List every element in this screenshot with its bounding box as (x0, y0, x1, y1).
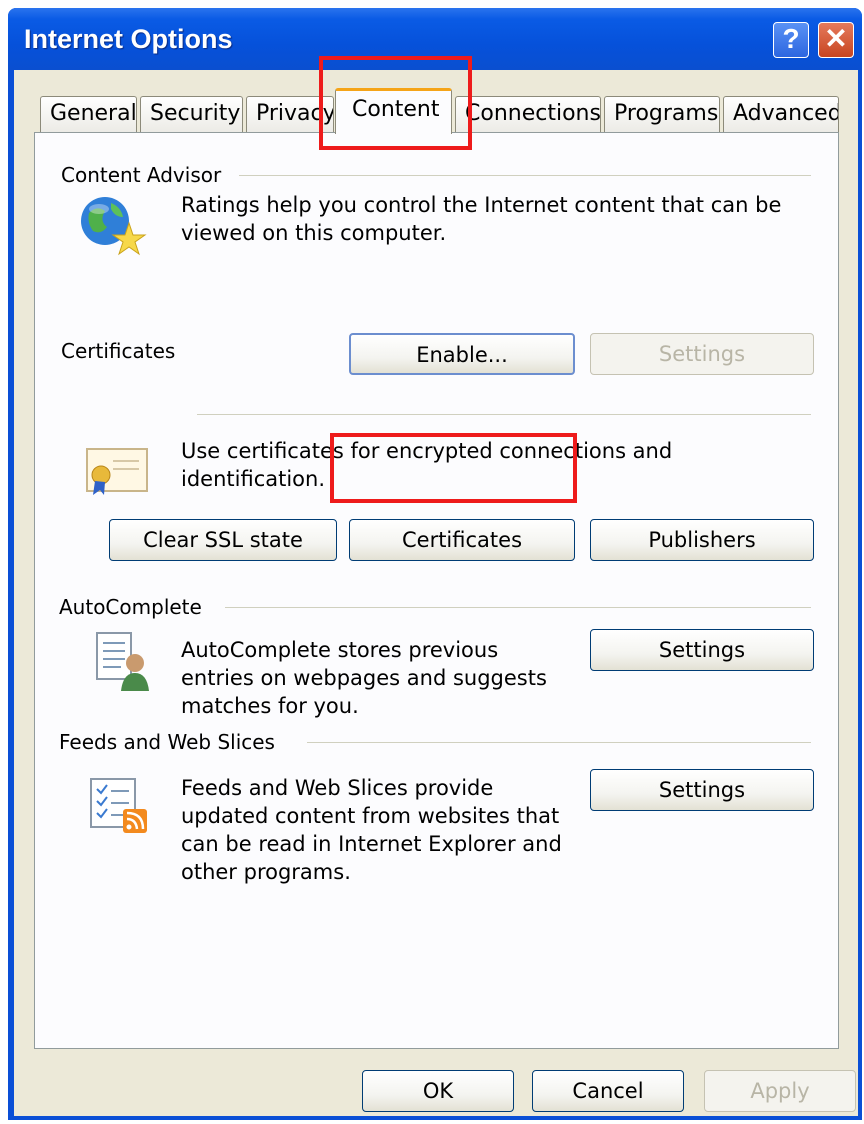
content-tab-panel: Content Advisor Ratings help you control… (34, 132, 839, 1049)
rss-feed-icon (87, 775, 153, 837)
tab-content[interactable]: Content (335, 88, 452, 134)
content-advisor-description: Ratings help you control the Internet co… (181, 193, 782, 245)
clear-ssl-state-button[interactable]: Clear SSL state (109, 519, 337, 561)
certificates-group-title: Certificates (61, 339, 176, 363)
feeds-description: Feeds and Web Slices provide updated con… (181, 776, 562, 884)
publishers-button[interactable]: Publishers (590, 519, 814, 561)
group-divider (225, 607, 811, 608)
window-title: Internet Options (24, 24, 233, 54)
enable-button[interactable]: Enable... (349, 333, 575, 375)
content-advisor-settings-button[interactable]: Settings (590, 333, 814, 375)
certificate-icon (85, 445, 151, 497)
tab-advanced[interactable]: Advanced (723, 96, 839, 132)
certificates-button[interactable]: Certificates (349, 519, 575, 561)
tab-programs[interactable]: Programs (604, 96, 720, 132)
dialog-body: General Security Privacy Content Connect… (14, 70, 858, 1116)
cancel-button[interactable]: Cancel (532, 1070, 684, 1112)
content-advisor-group-title: Content Advisor (61, 163, 222, 187)
certificates-button-highlight (330, 433, 577, 503)
globe-star-icon (77, 191, 147, 257)
group-divider (307, 742, 811, 743)
apply-button[interactable]: Apply (704, 1070, 856, 1112)
feeds-group-title: Feeds and Web Slices (59, 730, 275, 754)
tab-security[interactable]: Security (140, 96, 243, 132)
tab-connections[interactable]: Connections (455, 96, 601, 132)
autocomplete-settings-button[interactable]: Settings (590, 629, 814, 671)
group-divider (239, 175, 811, 176)
close-button[interactable]: ✕ (818, 22, 854, 58)
autocomplete-group-title: AutoComplete (59, 595, 202, 619)
tab-general[interactable]: General (40, 96, 137, 132)
feeds-settings-button[interactable]: Settings (590, 769, 814, 811)
autocomplete-description: AutoComplete stores previous entries on … (181, 638, 547, 718)
ok-button[interactable]: OK (362, 1070, 514, 1112)
internet-options-window: Internet Options ? ✕ General Security Pr… (8, 8, 862, 1120)
group-divider (197, 414, 811, 415)
autocomplete-icon (93, 629, 153, 693)
help-button[interactable]: ? (773, 22, 809, 58)
